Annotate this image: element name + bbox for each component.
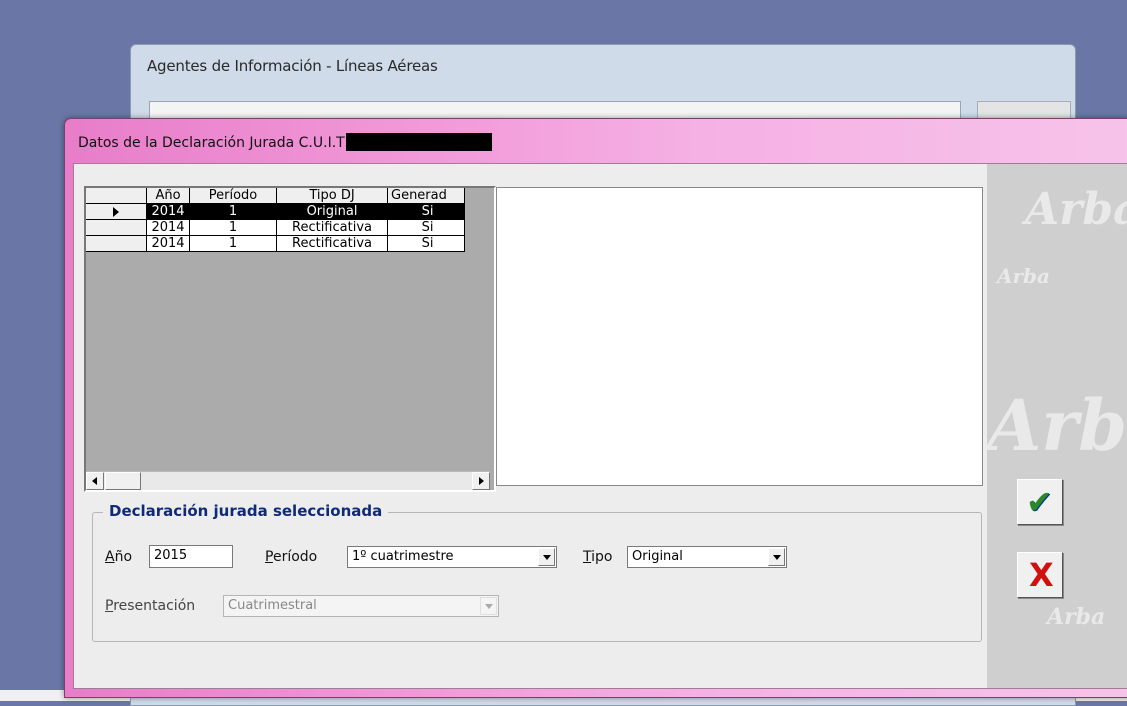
redacted-cuit [345,133,492,151]
cell-tipo[interactable]: Rectificativa [277,220,388,236]
column-header-generada[interactable]: Generad [388,188,465,204]
presentacion-label-hotkey: P [105,598,114,614]
periodo-select-value: 1º cuatrimestre [352,549,454,564]
arrow-right-icon [479,477,484,485]
cell-anio[interactable]: 2014 [147,204,190,220]
anio-field[interactable]: 2015 [149,545,233,568]
watermark-logo-large: Arba [987,384,1127,467]
grid-horizontal-scrollbar[interactable] [86,471,490,490]
cell-tipo[interactable]: Original [277,204,388,220]
dialog-title: Datos de la Declaración Jurada C.U.I.T [78,133,492,151]
column-header-tipo[interactable]: Tipo DJ [277,188,388,204]
row-indicator [86,220,147,236]
column-header-anio[interactable]: Año [147,188,190,204]
periodo-label-rest: eríodo [272,549,318,565]
table-row[interactable]: 2014 1 Original Si [86,204,465,220]
cell-periodo[interactable]: 1 [190,204,277,220]
cell-periodo[interactable]: 1 [190,220,277,236]
presentacion-select: Cuatrimestral [223,595,499,617]
cell-periodo[interactable]: 1 [190,236,277,252]
periodo-select[interactable]: 1º cuatrimestre [347,546,557,568]
tipo-label-hotkey: T [583,549,592,565]
presentacion-label-rest: resentación [113,598,196,614]
watermark-logo: Arba [1025,184,1127,235]
table-row[interactable]: 2014 1 Rectificativa Si [86,236,465,252]
scroll-left-button[interactable] [86,472,104,490]
dialog-client-area: Año Período Tipo DJ Generad 2014 1 Origi… [73,163,1127,689]
table-row[interactable]: 2014 1 Rectificativa Si [86,220,465,236]
cancel-button[interactable]: X [1017,552,1063,598]
chevron-down-icon[interactable] [768,548,785,566]
detail-pane [496,187,983,486]
grid-header: Año Período Tipo DJ Generad [86,188,465,204]
periodo-label-hotkey: P [265,549,273,565]
presentacion-label: Presentación [105,598,195,614]
chevron-down-icon [480,597,497,615]
accept-button[interactable]: ✔ [1017,479,1063,525]
check-icon: ✔ [1026,483,1053,521]
cell-generada[interactable]: Si [388,204,465,220]
row-indicator [86,204,147,220]
scrollbar-thumb[interactable] [105,472,141,490]
anio-label-rest: ño [114,549,133,565]
groupbox-legend: Declaración jurada seleccionada [103,502,389,520]
cell-anio[interactable]: 2014 [147,236,190,252]
anio-label-hotkey: A [105,549,115,565]
watermark-logo-small: Arba [997,264,1050,288]
selected-dj-groupbox: Declaración jurada seleccionada Año 2015… [92,502,982,642]
tipo-select[interactable]: Original [627,546,787,568]
dialog-title-text: Datos de la Declaración Jurada C.U.I.T [78,135,345,151]
cell-generada[interactable]: Si [388,220,465,236]
arrow-left-icon [92,477,97,485]
cell-anio[interactable]: 2014 [147,220,190,236]
x-icon: X [1029,556,1054,594]
chevron-down-icon[interactable] [538,548,555,566]
row-pointer-icon [113,207,119,217]
anio-label: Año [105,549,132,565]
tipo-label-rest: ipo [591,549,613,565]
dj-grid[interactable]: Año Período Tipo DJ Generad 2014 1 Origi… [84,186,496,492]
cell-generada[interactable]: Si [388,236,465,252]
tipo-label: Tipo [583,549,612,565]
watermark-logo-bottom: Arba [1047,604,1106,630]
scroll-right-button[interactable] [472,472,490,490]
dj-dialog: Datos de la Declaración Jurada C.U.I.T A… [64,118,1127,698]
periodo-label: Período [265,549,317,565]
dialog-titlebar[interactable]: Datos de la Declaración Jurada C.U.I.T [65,119,1127,163]
background-window-title: Agentes de Información - Líneas Aéreas [147,57,438,75]
cell-tipo[interactable]: Rectificativa [277,236,388,252]
presentacion-select-value: Cuatrimestral [228,598,317,613]
column-header-periodo[interactable]: Período [190,188,277,204]
tipo-select-value: Original [632,549,683,564]
grid-header-indicator [86,188,147,204]
row-indicator [86,236,147,252]
side-panel: Arba Arba Arba Arba ✔ X [987,164,1127,688]
